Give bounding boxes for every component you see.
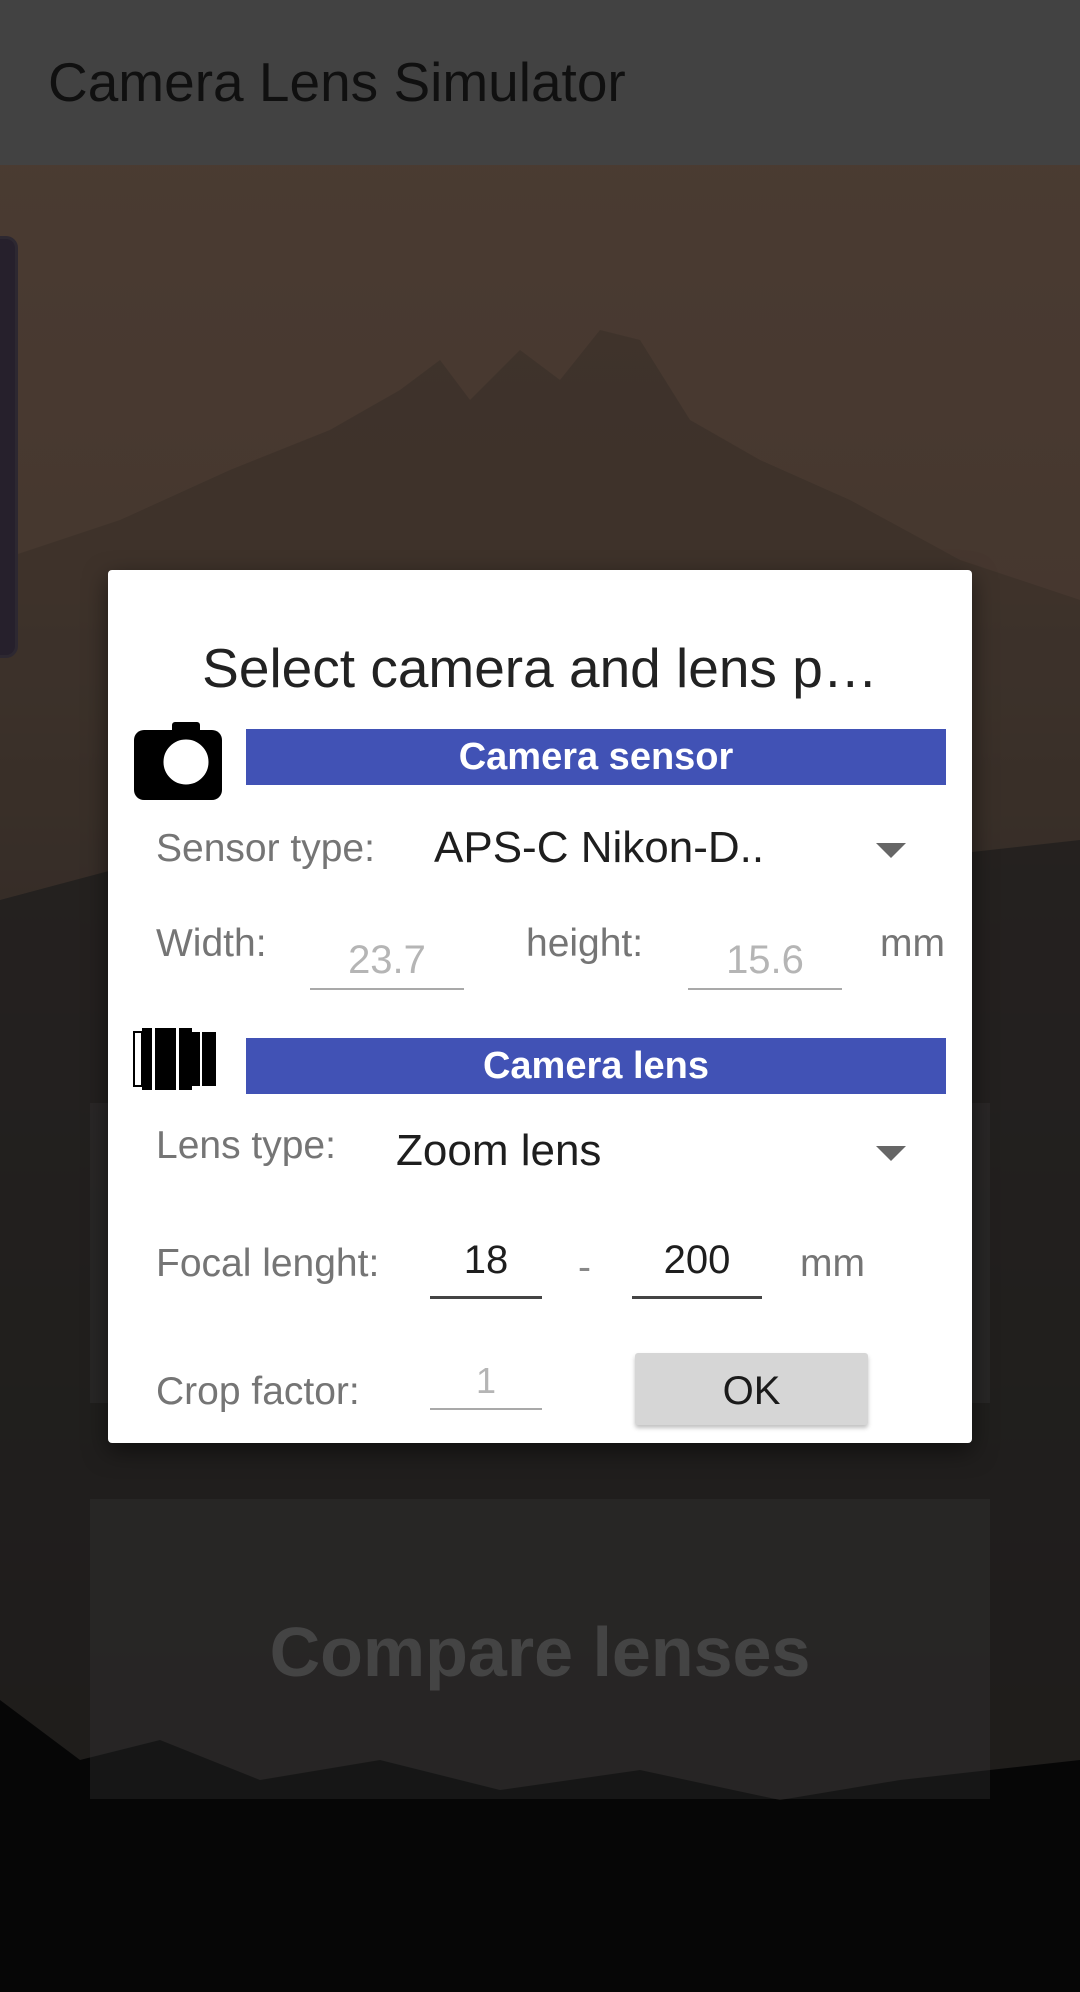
focal-length-label: Focal lenght: [156,1242,380,1285]
ok-button[interactable]: OK [635,1353,868,1425]
lens-type-value: Zoom lens [396,1126,602,1175]
height-field: 15.6 [688,938,842,990]
lens-icon [132,1026,218,1092]
lens-type-label: Lens type: [156,1124,336,1167]
focal-min-input[interactable]: 18 [430,1238,542,1299]
height-label: height: [526,922,644,965]
width-field: 23.7 [310,938,464,990]
sensor-type-label: Sensor type: [156,827,375,870]
sensor-type-dropdown[interactable]: APS-C Nikon-D.. [430,815,930,885]
camera-sensor-header: Camera sensor [246,729,946,785]
dialog-title: Select camera and lens p… [202,637,878,699]
camera-lens-dialog: Select camera and lens p… Camera sensor … [108,570,972,1443]
width-label: Width: [156,922,267,965]
camera-icon [132,720,224,802]
dropdown-arrow-icon [876,1146,906,1161]
sensor-unit-label: mm [880,922,945,965]
focal-unit-label: mm [800,1242,865,1285]
crop-factor-label: Crop factor: [156,1370,360,1413]
focal-range-separator: - [578,1246,591,1289]
lens-type-dropdown[interactable]: Zoom lens [392,1116,932,1186]
dropdown-arrow-icon [876,843,906,858]
sensor-type-value: APS-C Nikon-D.. [434,823,765,872]
focal-max-input[interactable]: 200 [632,1238,762,1299]
crop-factor-field: 1 [430,1360,542,1410]
camera-lens-header: Camera lens [246,1038,946,1094]
